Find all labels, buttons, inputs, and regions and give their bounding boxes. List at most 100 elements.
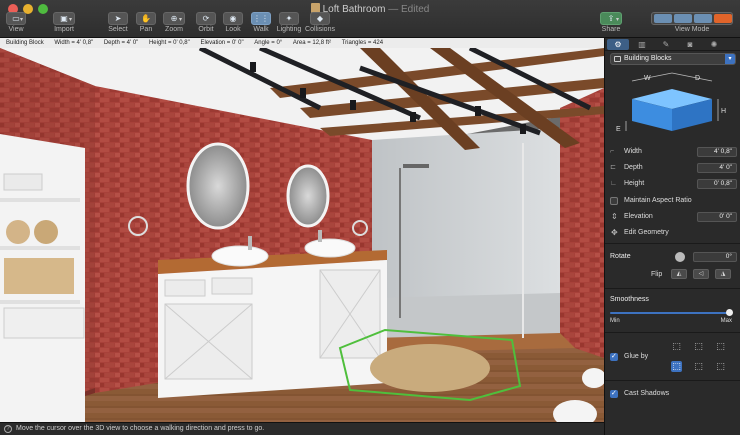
- flip-vertical-icon[interactable]: ◁: [693, 269, 709, 279]
- camera-tab-icon[interactable]: ◙: [679, 39, 701, 50]
- divider: [605, 243, 740, 244]
- category-dropdown[interactable]: Building Blocks ▾: [610, 53, 736, 65]
- chevron-down-icon: ▾: [725, 54, 735, 64]
- glue-side-icon[interactable]: ⬚: [715, 341, 726, 352]
- width-field[interactable]: 4' 0,8": [697, 147, 737, 157]
- view-mode-segmented: [651, 12, 733, 25]
- view-icon: ▭ ▾: [6, 12, 26, 25]
- depth-row: ⊏ Depth 4' 0": [605, 162, 740, 174]
- elevation-field[interactable]: 0' 0": [697, 212, 737, 222]
- dimensions-diagram: W D H E: [616, 72, 726, 133]
- floorplan-icon[interactable]: [654, 14, 672, 23]
- import-icon: ▣ ▾: [53, 12, 75, 25]
- flip-row: Flip ◭ ◁ ◮: [605, 269, 740, 281]
- width-row: ⌐ Width 4' 0,8": [605, 146, 740, 158]
- cast-shadows-row[interactable]: Cast Shadows: [605, 388, 740, 400]
- look-tool[interactable]: ◉ Look: [222, 12, 244, 36]
- select-tool[interactable]: ➤ Select: [106, 12, 130, 36]
- status-bar: ? Move the cursor over the 3D view to ch…: [0, 422, 604, 435]
- eye-icon: ◉: [223, 12, 243, 25]
- glue-front-icon[interactable]: ⬚: [693, 361, 704, 372]
- toolbar: Loft Bathroom — Edited ▭ ▾ View ▣ ▾ Import…: [0, 0, 740, 38]
- inspector-panel: ⚙ ▥ ✎ ◙ ✺ Building Blocks ▾ W D H E ⌐ Wi…: [604, 38, 740, 435]
- round-rug[interactable]: [370, 344, 490, 392]
- lighting-tool[interactable]: ✦ Lighting: [276, 12, 302, 36]
- info-height: Height = 0' 0,8": [148, 40, 190, 46]
- height-field[interactable]: 0' 0,8": [697, 179, 737, 189]
- elevation-row: ⇕ Elevation 0' 0": [605, 211, 740, 223]
- left-vessel-sink[interactable]: [211, 245, 269, 267]
- view-mode-tool[interactable]: View Mode: [650, 12, 734, 36]
- right-faucet: [318, 230, 322, 242]
- rolled-towel-icon: [6, 220, 30, 244]
- link-bracket-icon: ⌐: [610, 148, 615, 155]
- flip-horizontal-icon[interactable]: ◭: [671, 269, 687, 279]
- shower-head: [403, 164, 429, 168]
- view-tool[interactable]: ▭ ▾ View: [5, 12, 27, 36]
- sun-tab-icon[interactable]: ✺: [703, 39, 725, 50]
- walk-tool[interactable]: ⋮⋮ Walk: [250, 12, 272, 36]
- double-vanity[interactable]: [158, 250, 387, 398]
- width-dim-label: W: [644, 75, 651, 82]
- divider: [605, 380, 740, 381]
- pan-tool[interactable]: ✋ Pan: [135, 12, 157, 36]
- footsteps-icon: ⋮⋮: [251, 12, 271, 25]
- depth-dim-label: D: [695, 75, 700, 82]
- building-block-icon: [614, 56, 621, 62]
- depth-field[interactable]: 4' 0": [697, 163, 737, 173]
- rotate-field[interactable]: 0°: [693, 252, 737, 262]
- cast-shadows-checkbox[interactable]: [610, 388, 618, 400]
- smoothness-slider[interactable]: [610, 312, 730, 314]
- divider: [605, 288, 740, 289]
- status-message: Move the cursor over the 3D view to choo…: [16, 425, 265, 432]
- smoothness-range-row: Min Max: [610, 318, 732, 324]
- right-round-mirror[interactable]: [286, 164, 330, 228]
- zoom-tool[interactable]: ⊕ ▾ Zoom: [162, 12, 186, 36]
- info-depth: Depth = 4' 0": [103, 40, 139, 46]
- info-triangles: Triangles = 424: [341, 40, 384, 46]
- glue-bottom-icon[interactable]: ⬚: [671, 361, 682, 372]
- glue-back-icon[interactable]: ⬚: [671, 341, 682, 352]
- info-elevation: Elevation = 0' 0": [200, 40, 244, 46]
- share-tool[interactable]: ⇪ ▾ Share: [598, 12, 624, 36]
- paint-tab-icon[interactable]: ✎: [655, 39, 677, 50]
- edit-geometry-button[interactable]: Edit Geometry: [624, 227, 669, 239]
- split-view-icon[interactable]: [674, 14, 692, 23]
- collisions-tool[interactable]: ◆ Collisions: [305, 12, 335, 36]
- orbit-tool[interactable]: ⟳ Orbit: [195, 12, 217, 36]
- link-bracket-bottom-icon: ∟: [610, 180, 617, 187]
- 3d-viewport[interactable]: [0, 48, 604, 422]
- rotate-dial-icon[interactable]: [675, 252, 685, 262]
- glue-top-icon[interactable]: ⬚: [693, 341, 704, 352]
- info-area: Area = 12,8 ft²: [292, 40, 332, 46]
- lightbulb-icon: ✦: [279, 12, 299, 25]
- shelving-unit[interactable]: [0, 134, 85, 422]
- selection-info-bar: Building Block Width = 4' 0,8" Depth = 4…: [0, 38, 604, 48]
- maintain-aspect-row[interactable]: Maintain Aspect Ratio: [605, 195, 740, 207]
- hand-icon: ✋: [136, 12, 156, 25]
- share-icon: ⇪ ▾: [600, 12, 622, 25]
- lock-icon[interactable]: ⊏: [610, 162, 616, 174]
- bathroom-3d-render[interactable]: [0, 48, 604, 422]
- magnifier-icon: ⊕ ▾: [163, 12, 185, 25]
- info-angle: Angle = 0°: [254, 40, 283, 46]
- house-3d-icon[interactable]: [714, 14, 732, 23]
- help-icon[interactable]: ?: [4, 425, 12, 433]
- glue-by-checkbox[interactable]: [610, 351, 618, 363]
- info-object: Building Block: [6, 40, 44, 46]
- left-faucet: [248, 236, 252, 250]
- object-settings-tab-icon[interactable]: ⚙: [607, 39, 629, 50]
- import-tool[interactable]: ▣ ▾ Import: [52, 12, 76, 36]
- collision-icon: ◆: [310, 12, 330, 25]
- edit-geometry-row[interactable]: ✥ Edit Geometry: [605, 227, 740, 239]
- maintain-aspect-checkbox[interactable]: [610, 197, 618, 205]
- right-vessel-sink[interactable]: [304, 238, 356, 258]
- flip-depth-icon[interactable]: ◮: [715, 269, 731, 279]
- elevation-icon: ⇕: [611, 212, 618, 221]
- materials-tab-icon[interactable]: ▥: [631, 39, 653, 50]
- glue-center-icon[interactable]: ⬚: [715, 361, 726, 372]
- orbit-icon: ⟳: [196, 12, 216, 25]
- left-round-mirror[interactable]: [186, 142, 250, 230]
- divider: [605, 332, 740, 333]
- 3d-view-icon[interactable]: [694, 14, 712, 23]
